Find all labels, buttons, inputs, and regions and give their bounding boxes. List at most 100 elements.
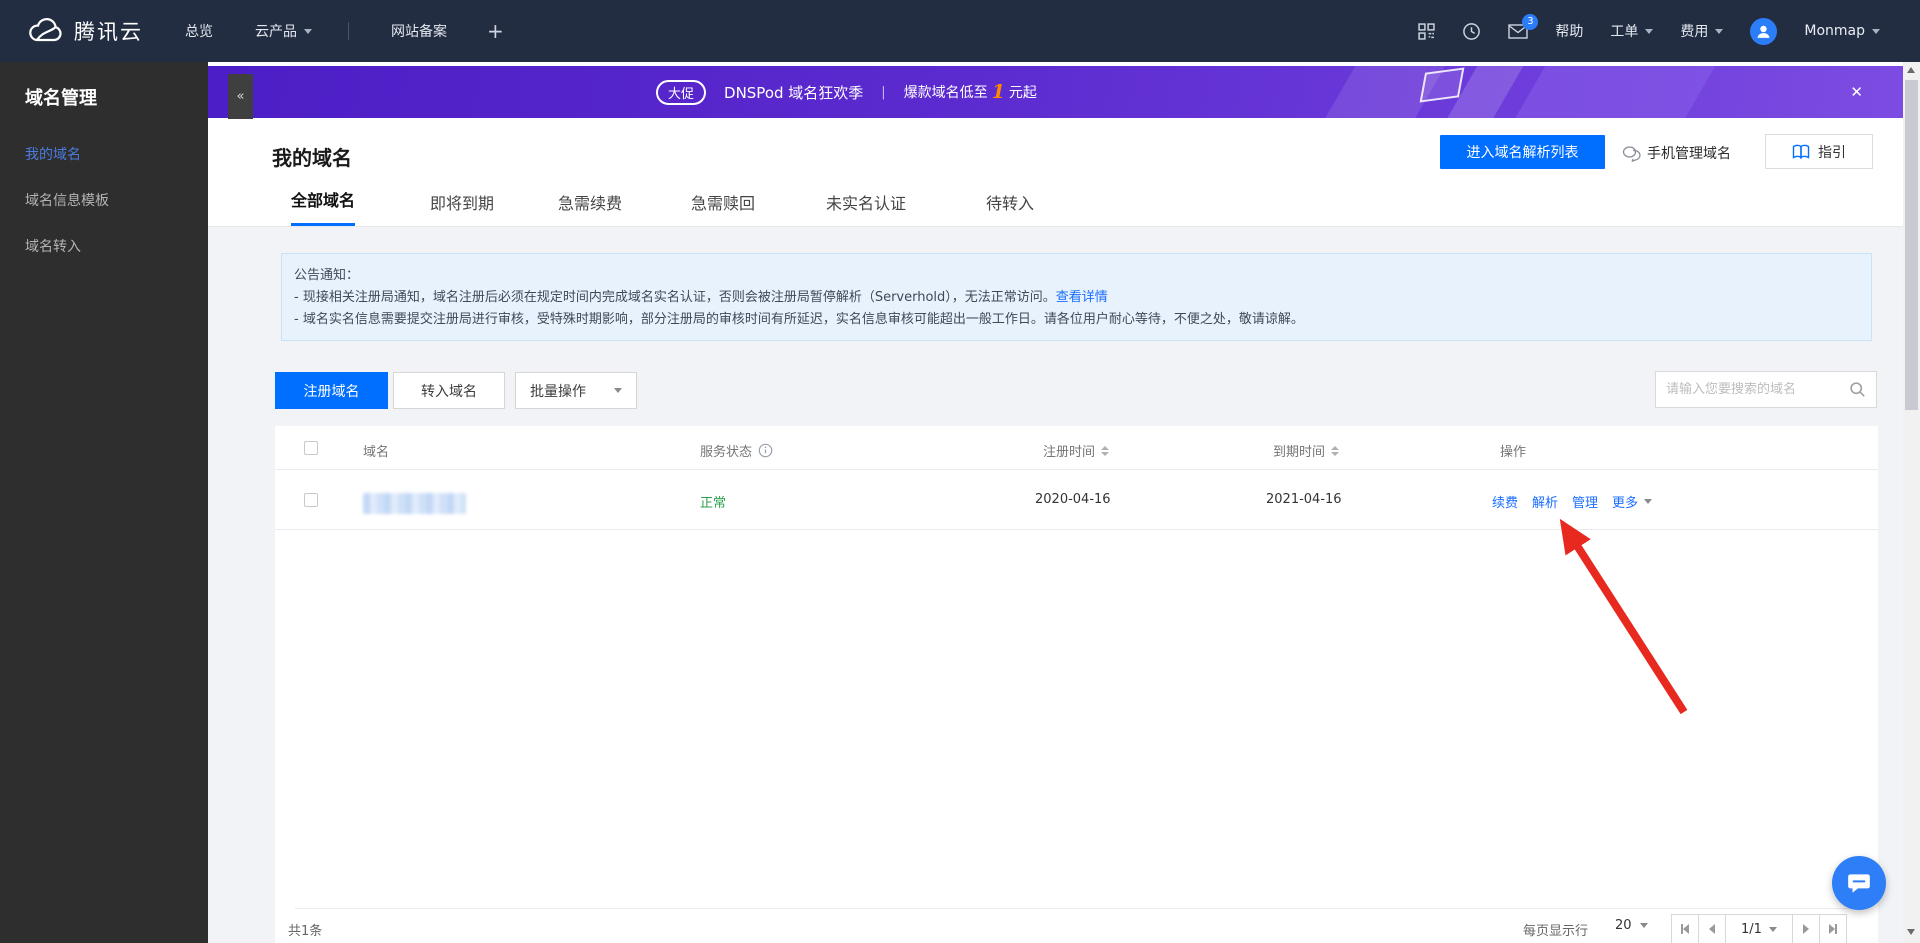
- tab-pending-transfer-in[interactable]: 待转入: [986, 190, 1034, 226]
- nav-item-cloud-products[interactable]: 云产品: [255, 21, 312, 41]
- prev-page-button[interactable]: [1698, 914, 1726, 943]
- chevron-down-icon: [1645, 28, 1654, 34]
- go-to-dns-list-button[interactable]: 进入域名解析列表: [1440, 135, 1605, 169]
- transfer-in-domain-button[interactable]: 转入域名: [393, 372, 505, 409]
- chevron-down-icon: [614, 388, 622, 393]
- promo-badge: 大促: [656, 79, 707, 105]
- tab-urgent-redemption[interactable]: 急需赎回: [691, 190, 755, 226]
- sort-icon[interactable]: [1331, 445, 1340, 456]
- first-page-button[interactable]: [1671, 914, 1699, 943]
- tab-expiring-soon[interactable]: 即将到期: [430, 190, 494, 226]
- banner-separator: |: [881, 84, 886, 100]
- nav-item-overview[interactable]: 总览: [185, 21, 213, 41]
- domain-search-box: [1655, 371, 1877, 408]
- banner-close-icon[interactable]: ✕: [1850, 83, 1863, 101]
- nav-item-billing[interactable]: 费用: [1680, 21, 1724, 41]
- sort-icon[interactable]: [1101, 445, 1110, 456]
- sidebar-item-domain-info-template[interactable]: 域名信息模板: [25, 190, 109, 210]
- chevron-down-icon: [304, 28, 312, 34]
- page-indicator-select[interactable]: 1/1: [1725, 914, 1793, 943]
- pagination: 1/1: [1671, 914, 1847, 943]
- dns-resolve-link[interactable]: 解析: [1532, 492, 1558, 511]
- info-icon[interactable]: [758, 443, 773, 458]
- last-page-icon: [1835, 924, 1837, 934]
- prev-icon: [1683, 924, 1689, 934]
- nav-item-tickets[interactable]: 工单: [1610, 21, 1654, 41]
- nav-item-icp-filing[interactable]: 网站备案: [391, 21, 447, 41]
- manage-link[interactable]: 管理: [1572, 492, 1598, 511]
- sidebar-collapse-button[interactable]: «: [228, 74, 253, 119]
- col-header-reg-time[interactable]: 注册时间: [1043, 441, 1110, 460]
- sidebar: 域名管理 我的域名 域名信息模板 域名转入: [0, 62, 208, 943]
- banner-decoration: [1504, 66, 1722, 118]
- brand-name[interactable]: 腾讯云: [74, 16, 143, 46]
- tencent-cloud-console: 腾讯云 总览 云产品 网站备案 + 3 帮助 工单 费用 Monmap 域名管理…: [0, 0, 1920, 943]
- col-header-exp-time[interactable]: 到期时间: [1273, 441, 1340, 460]
- user-avatar[interactable]: [1750, 17, 1778, 45]
- per-page-label: 每页显示行: [1523, 924, 1589, 939]
- top-navigation-bar: 腾讯云 总览 云产品 网站备案 + 3 帮助 工单 费用 Monmap: [0, 0, 1920, 62]
- total-count-label: 共1条: [288, 924, 323, 939]
- tencent-cloud-logo-icon[interactable]: [28, 17, 64, 45]
- row-operations: 续费 解析 管理 更多: [1492, 492, 1653, 511]
- wechat-icon: [1622, 145, 1641, 162]
- scrollbar-thumb[interactable]: [1905, 80, 1918, 410]
- more-dropdown[interactable]: 更多: [1612, 492, 1653, 511]
- guide-button[interactable]: 指引: [1765, 134, 1873, 169]
- tab-urgent-renewal[interactable]: 急需续费: [558, 190, 622, 226]
- chevron-down-icon: [1768, 926, 1777, 932]
- select-all-checkbox[interactable]: [304, 441, 318, 455]
- col-header-operations: 操作: [1500, 445, 1527, 460]
- table-header-row: 域名 服务状态 注册时间 到期时间 操作: [275, 426, 1878, 470]
- add-nav-shortcut-button[interactable]: +: [487, 19, 504, 43]
- col-header-status: 服务状态: [700, 441, 773, 460]
- mobile-manage-domains-link[interactable]: 手机管理域名: [1622, 143, 1731, 163]
- search-icon[interactable]: [1849, 381, 1866, 398]
- qr-code-icon[interactable]: [1418, 22, 1436, 40]
- chevron-down-icon: [1872, 28, 1880, 34]
- renew-link[interactable]: 续费: [1492, 492, 1518, 511]
- account-menu[interactable]: Monmap: [1804, 23, 1880, 39]
- redacted-domain-name[interactable]: [363, 493, 466, 514]
- banner-decoration: [1419, 67, 1465, 103]
- topnav-right-group: 3 帮助 工单 费用 Monmap: [1418, 13, 1920, 45]
- prev-icon: [1709, 924, 1715, 934]
- vertical-scrollbar[interactable]: [1903, 62, 1920, 943]
- registration-date: 2020-04-16: [1035, 492, 1111, 507]
- scroll-up-icon[interactable]: [1907, 67, 1915, 73]
- next-icon: [1803, 924, 1809, 934]
- notice-line-2: - 域名实名信息需要提交注册局进行审核，受特殊时期影响，部分注册局的审核时间有所…: [294, 312, 1304, 327]
- per-page-select[interactable]: 20: [1615, 918, 1648, 933]
- next-page-button[interactable]: [1792, 914, 1820, 943]
- banner-content: 大促 DNSPod 域名狂欢季 | 爆款域名低至 1 元起: [656, 66, 1037, 118]
- sidebar-item-domain-transfer-in[interactable]: 域名转入: [25, 236, 81, 256]
- announcement-notice: 公告通知： - 现接相关注册局通知，域名注册后必须在规定时间内完成域名实名认证，…: [281, 253, 1872, 341]
- banner-promo-line: 爆款域名低至 1 元起: [903, 81, 1037, 103]
- view-details-link[interactable]: 查看详情: [1056, 290, 1108, 305]
- register-domain-button[interactable]: 注册域名: [275, 372, 388, 409]
- batch-operation-dropdown[interactable]: 批量操作: [515, 372, 637, 409]
- messages-mail-icon[interactable]: 3: [1508, 13, 1539, 40]
- row-checkbox[interactable]: [304, 493, 318, 507]
- table-footer-divider: [295, 908, 1858, 909]
- promo-banner[interactable]: 大促 DNSPod 域名狂欢季 | 爆款域名低至 1 元起 ✕: [208, 66, 1903, 118]
- unread-count-badge: 3: [1522, 13, 1539, 30]
- history-clock-icon[interactable]: [1462, 22, 1481, 41]
- customer-service-chat-button[interactable]: [1832, 856, 1886, 910]
- col-header-domain: 域名: [363, 445, 390, 460]
- nav-divider: [348, 22, 349, 40]
- domain-table: 域名 服务状态 注册时间 到期时间 操作 正常 2020-04-16 2021-…: [275, 426, 1878, 943]
- notice-line-1: - 现接相关注册局通知，域名注册后必须在规定时间内完成域名实名认证，否则会被注册…: [294, 290, 1108, 305]
- expiration-date: 2021-04-16: [1266, 492, 1342, 507]
- table-row: 正常 2020-04-16 2021-04-16 续费 解析 管理 更多: [275, 470, 1878, 530]
- last-page-button[interactable]: [1819, 914, 1847, 943]
- tab-unverified[interactable]: 未实名认证: [826, 190, 906, 226]
- tab-all-domains[interactable]: 全部域名: [291, 187, 356, 226]
- chevron-down-icon: [1715, 28, 1724, 34]
- page-header: 我的域名 进入域名解析列表 手机管理域名 指引 全部域名 即将到期 急需续费 急…: [208, 118, 1903, 227]
- sidebar-item-my-domains[interactable]: 我的域名: [25, 144, 81, 164]
- nav-item-help[interactable]: 帮助: [1555, 21, 1583, 41]
- promo-price: 1: [991, 81, 1005, 103]
- search-input[interactable]: [1666, 382, 1849, 397]
- scroll-down-icon[interactable]: [1907, 929, 1915, 935]
